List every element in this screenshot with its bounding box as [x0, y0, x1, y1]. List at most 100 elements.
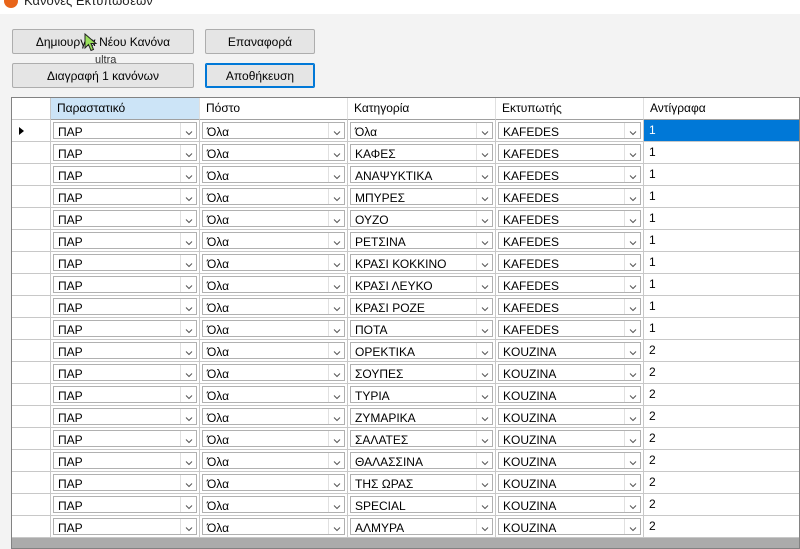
- copies-cell[interactable]: 2: [644, 406, 799, 428]
- row-header[interactable]: [12, 472, 51, 494]
- table-row[interactable]: ΠΑΡ Όλα ΚΡΑΣΙ ΚΟΚΚΙΝΟ KAFEDES 1: [12, 252, 799, 274]
- table-row[interactable]: ΠΑΡ Όλα SPECIAL KOUZINA 2: [12, 494, 799, 516]
- chevron-down-icon[interactable]: [476, 145, 492, 160]
- post-combobox[interactable]: Όλα: [200, 274, 348, 296]
- row-header[interactable]: [12, 428, 51, 450]
- printer-combobox[interactable]: KAFEDES: [496, 274, 644, 296]
- printer-combobox[interactable]: KAFEDES: [496, 252, 644, 274]
- printer-combobox[interactable]: KOUZINA: [496, 450, 644, 472]
- document-combobox[interactable]: ΠΑΡ: [51, 296, 200, 318]
- delete-rules-button[interactable]: Διαγραφή 1 κανόνων: [12, 63, 194, 88]
- chevron-down-icon[interactable]: [476, 255, 492, 270]
- chevron-down-icon[interactable]: [328, 255, 344, 270]
- column-header-printer[interactable]: Εκτυπωτής: [496, 98, 644, 120]
- column-header-category[interactable]: Κατηγορία: [348, 98, 496, 120]
- chevron-down-icon[interactable]: [180, 255, 196, 270]
- rules-grid[interactable]: Παραστατικό Πόστο Κατηγορία Εκτυπωτής Αντίγρ…: [11, 97, 800, 549]
- copies-cell[interactable]: 1: [644, 142, 799, 164]
- post-combobox[interactable]: Όλα: [200, 252, 348, 274]
- chevron-down-icon[interactable]: [624, 453, 640, 468]
- category-combobox[interactable]: Όλα: [348, 120, 496, 142]
- post-combobox[interactable]: Όλα: [200, 186, 348, 208]
- document-combobox[interactable]: ΠΑΡ: [51, 516, 200, 538]
- post-combobox[interactable]: Όλα: [200, 230, 348, 252]
- chevron-down-icon[interactable]: [328, 167, 344, 182]
- reset-button[interactable]: Επαναφορά: [205, 29, 315, 54]
- chevron-down-icon[interactable]: [476, 519, 492, 534]
- printer-combobox[interactable]: KAFEDES: [496, 296, 644, 318]
- row-header[interactable]: [12, 318, 51, 340]
- post-combobox[interactable]: Όλα: [200, 362, 348, 384]
- row-header[interactable]: [12, 186, 51, 208]
- document-combobox[interactable]: ΠΑΡ: [51, 120, 200, 142]
- chevron-down-icon[interactable]: [624, 211, 640, 226]
- chevron-down-icon[interactable]: [180, 233, 196, 248]
- printer-combobox[interactable]: KOUZINA: [496, 472, 644, 494]
- column-header-copies[interactable]: Αντίγραφα: [644, 98, 799, 120]
- row-header[interactable]: [12, 450, 51, 472]
- chevron-down-icon[interactable]: [180, 387, 196, 402]
- copies-cell[interactable]: 2: [644, 428, 799, 450]
- document-combobox[interactable]: ΠΑΡ: [51, 274, 200, 296]
- printer-combobox[interactable]: KOUZINA: [496, 494, 644, 516]
- category-combobox[interactable]: ΚΡΑΣΙ ΡΟΖΕ: [348, 296, 496, 318]
- copies-cell[interactable]: 1: [644, 230, 799, 252]
- chevron-down-icon[interactable]: [624, 277, 640, 292]
- chevron-down-icon[interactable]: [328, 145, 344, 160]
- table-row[interactable]: ΠΑΡ Όλα ΤΥΡΙΑ KOUZINA 2: [12, 384, 799, 406]
- document-combobox[interactable]: ΠΑΡ: [51, 406, 200, 428]
- chevron-down-icon[interactable]: [328, 497, 344, 512]
- chevron-down-icon[interactable]: [180, 145, 196, 160]
- copies-cell[interactable]: 2: [644, 340, 799, 362]
- document-combobox[interactable]: ΠΑΡ: [51, 494, 200, 516]
- category-combobox[interactable]: ΡΕΤΣΙΝΑ: [348, 230, 496, 252]
- copies-cell[interactable]: 1: [644, 296, 799, 318]
- save-button[interactable]: Αποθήκευση: [205, 63, 315, 88]
- chevron-down-icon[interactable]: [328, 343, 344, 358]
- row-header[interactable]: [12, 274, 51, 296]
- document-combobox[interactable]: ΠΑΡ: [51, 252, 200, 274]
- chevron-down-icon[interactable]: [476, 409, 492, 424]
- post-combobox[interactable]: Όλα: [200, 428, 348, 450]
- table-row[interactable]: ΠΑΡ Όλα ΚΑΦΕΣ KAFEDES 1: [12, 142, 799, 164]
- category-combobox[interactable]: ΖΥΜΑΡΙΚΑ: [348, 406, 496, 428]
- post-combobox[interactable]: Όλα: [200, 208, 348, 230]
- chevron-down-icon[interactable]: [476, 277, 492, 292]
- chevron-down-icon[interactable]: [180, 431, 196, 446]
- chevron-down-icon[interactable]: [624, 387, 640, 402]
- category-combobox[interactable]: ΤΗΣ ΩΡΑΣ: [348, 472, 496, 494]
- post-combobox[interactable]: Όλα: [200, 384, 348, 406]
- chevron-down-icon[interactable]: [328, 365, 344, 380]
- chevron-down-icon[interactable]: [476, 387, 492, 402]
- row-header[interactable]: [12, 516, 51, 538]
- chevron-down-icon[interactable]: [328, 189, 344, 204]
- category-combobox[interactable]: ΜΠΥΡΕΣ: [348, 186, 496, 208]
- document-combobox[interactable]: ΠΑΡ: [51, 450, 200, 472]
- copies-cell[interactable]: 1: [644, 274, 799, 296]
- chevron-down-icon[interactable]: [180, 167, 196, 182]
- row-header[interactable]: [12, 208, 51, 230]
- post-combobox[interactable]: Όλα: [200, 296, 348, 318]
- printer-combobox[interactable]: KOUZINA: [496, 516, 644, 538]
- chevron-down-icon[interactable]: [180, 299, 196, 314]
- chevron-down-icon[interactable]: [180, 497, 196, 512]
- post-combobox[interactable]: Όλα: [200, 120, 348, 142]
- chevron-down-icon[interactable]: [328, 321, 344, 336]
- chevron-down-icon[interactable]: [180, 321, 196, 336]
- copies-cell[interactable]: 1: [644, 120, 799, 142]
- document-combobox[interactable]: ΠΑΡ: [51, 186, 200, 208]
- document-combobox[interactable]: ΠΑΡ: [51, 164, 200, 186]
- table-row[interactable]: ΠΑΡ Όλα ΚΡΑΣΙ ΡΟΖΕ KAFEDES 1: [12, 296, 799, 318]
- copies-cell[interactable]: 2: [644, 362, 799, 384]
- table-row[interactable]: ΠΑΡ Όλα ΠΟΤΑ KAFEDES 1: [12, 318, 799, 340]
- printer-combobox[interactable]: KOUZINA: [496, 406, 644, 428]
- table-row[interactable]: ΠΑΡ Όλα ΖΥΜΑΡΙΚΑ KOUZINA 2: [12, 406, 799, 428]
- chevron-down-icon[interactable]: [180, 277, 196, 292]
- chevron-down-icon[interactable]: [328, 387, 344, 402]
- chevron-down-icon[interactable]: [476, 475, 492, 490]
- category-combobox[interactable]: ΟΡΕΚΤΙΚΑ: [348, 340, 496, 362]
- row-header[interactable]: [12, 142, 51, 164]
- chevron-down-icon[interactable]: [624, 233, 640, 248]
- copies-cell[interactable]: 2: [644, 384, 799, 406]
- category-combobox[interactable]: ΣΑΛΑΤΕΣ: [348, 428, 496, 450]
